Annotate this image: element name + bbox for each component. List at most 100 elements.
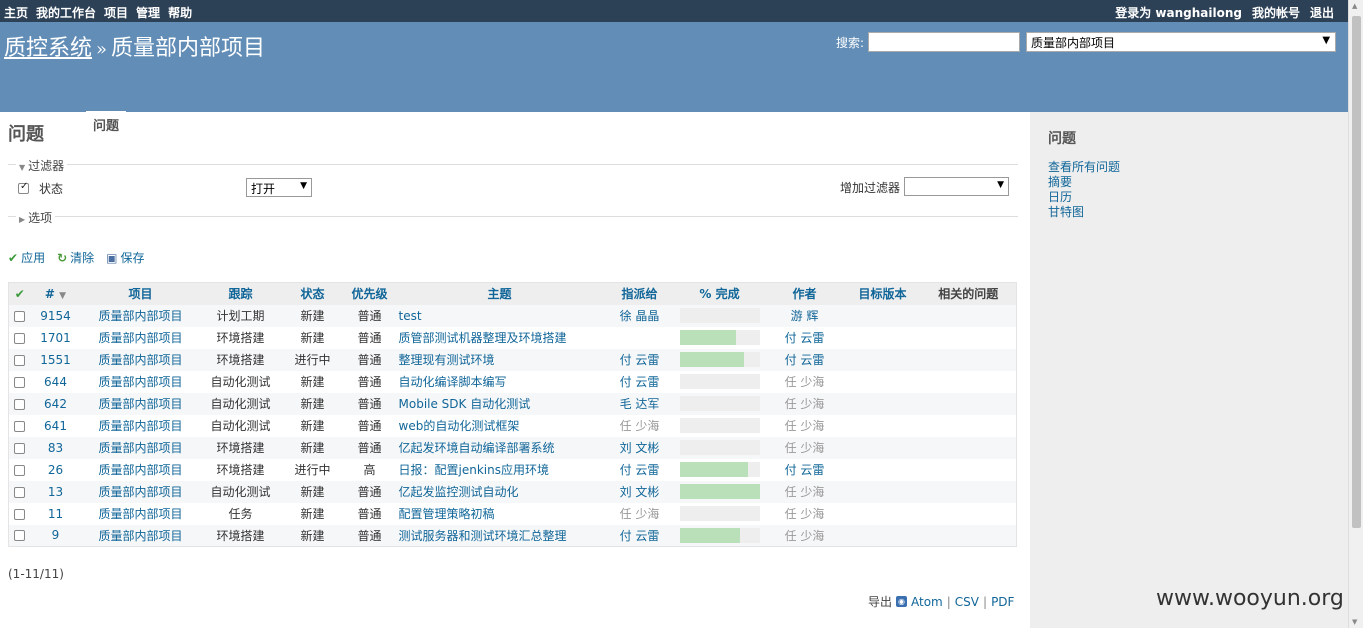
issue-id-link[interactable]: 644 xyxy=(30,370,81,393)
top-link-admin[interactable]: 管理 xyxy=(136,4,160,21)
logout-link[interactable]: 退出 xyxy=(1310,4,1334,21)
row-checkbox[interactable] xyxy=(14,464,26,476)
issue-id-link[interactable]: 9154 xyxy=(30,304,81,327)
col-header-status[interactable]: 状态 xyxy=(280,282,345,305)
issue-id-link[interactable]: 9 xyxy=(30,524,81,547)
issue-project-link[interactable]: 质量部内部项目 xyxy=(80,414,201,437)
table-row[interactable]: 9154 质量部内部项目 计划工期 新建 普通 test 徐 晶晶 游 辉 xyxy=(8,304,1017,327)
row-checkbox[interactable] xyxy=(14,420,26,432)
row-checkbox[interactable] xyxy=(14,332,26,344)
export-csv-link[interactable]: CSV xyxy=(955,595,979,609)
filters-legend[interactable]: ▼ 过滤器 xyxy=(16,157,68,174)
top-link-projects[interactable]: 项目 xyxy=(104,4,128,21)
table-row[interactable]: 644 质量部内部项目 自动化测试 新建 普通 自动化编译脚本编写付 云雷 任 少海 xyxy=(8,370,1017,393)
col-header-done[interactable]: % 完成 xyxy=(674,282,765,305)
issue-id-link[interactable]: 641 xyxy=(30,414,81,437)
issue-project-link[interactable]: 质量部内部项目 xyxy=(80,458,201,481)
issue-subject-link[interactable]: 日报：配置jenkins应用环境 xyxy=(394,458,605,481)
clear-button[interactable]: ↻ 清除 xyxy=(57,249,94,266)
table-row[interactable]: 9 质量部内部项目 环境搭建 新建 普通 测试服务器和测试环境汇总整理付 云雷 任 少海 xyxy=(8,524,1017,547)
issue-author[interactable]: 付 云雷 xyxy=(764,458,845,481)
filter-status-checkbox[interactable] xyxy=(18,181,29,194)
filter-status-operator-select[interactable]: 打开 ▼ xyxy=(246,178,312,197)
issue-id-link[interactable]: 1551 xyxy=(30,348,81,371)
issue-project-link[interactable]: 质量部内部项目 xyxy=(80,480,201,503)
col-header-id[interactable]: # ▼ xyxy=(30,282,81,305)
row-checkbox[interactable] xyxy=(14,508,26,520)
table-row[interactable]: 642 质量部内部项目 自动化测试 新建 普通 Mobile SDK 自动化测试毛 达军 任… xyxy=(8,392,1017,415)
issue-id-link[interactable]: 83 xyxy=(30,436,81,459)
issue-author[interactable]: 任 少海 xyxy=(764,414,845,437)
toggle-all-header[interactable]: ✔ xyxy=(8,282,31,305)
project-jump-select[interactable]: 质量部内部项目 ▼ xyxy=(1026,32,1337,52)
issue-id-link[interactable]: 13 xyxy=(30,480,81,503)
issue-author[interactable]: 任 少海 xyxy=(764,392,845,415)
issue-assignee[interactable]: 刘 文彬 xyxy=(604,480,675,503)
username-link[interactable]: wanghailong xyxy=(1155,6,1242,20)
col-header-project[interactable]: 项目 xyxy=(80,282,201,305)
issue-subject-link[interactable]: 整理现有测试环境 xyxy=(394,348,605,371)
row-checkbox[interactable] xyxy=(14,376,26,388)
issue-author[interactable]: 游 辉 xyxy=(764,304,845,327)
export-pdf-link[interactable]: PDF xyxy=(991,595,1014,609)
row-checkbox[interactable] xyxy=(14,442,26,454)
table-row[interactable]: 641 质量部内部项目 自动化测试 新建 普通 web的自动化测试框架任 少海任 少海 xyxy=(8,414,1017,437)
root-project-link[interactable]: 质控系统 xyxy=(4,36,92,61)
add-filter-select[interactable]: ▼ xyxy=(904,177,1009,196)
issue-project-link[interactable]: 质量部内部项目 xyxy=(80,304,201,327)
col-header-subject[interactable]: 主题 xyxy=(394,282,605,305)
issue-id-link[interactable]: 11 xyxy=(30,502,81,525)
issue-id-link[interactable]: 26 xyxy=(30,458,81,481)
apply-button[interactable]: ✔ 应用 xyxy=(8,249,45,266)
table-row[interactable]: 26 质量部内部项目 环境搭建 进行中高日报：配置jenkins应用环境付 云雷付 云… xyxy=(8,458,1017,481)
issue-assignee[interactable]: 付 云雷 xyxy=(604,370,675,393)
issue-assignee[interactable]: 付 云雷 xyxy=(604,458,675,481)
issue-assignee[interactable]: 付 云雷 xyxy=(604,524,675,547)
issue-author[interactable]: 付 云雷 xyxy=(764,326,845,349)
row-checkbox[interactable] xyxy=(14,354,26,366)
row-checkbox[interactable] xyxy=(14,530,26,542)
issue-subject-link[interactable]: 自动化编译脚本编写 xyxy=(394,370,605,393)
issue-id-link[interactable]: 642 xyxy=(30,392,81,415)
sidebar-link-all-issues[interactable]: 查看所有问题 xyxy=(1048,160,1330,175)
sidebar-link-summary[interactable]: 摘要 xyxy=(1048,175,1330,190)
top-link-home[interactable]: 主页 xyxy=(4,4,28,21)
row-checkbox[interactable] xyxy=(14,486,26,498)
issue-subject-link[interactable]: test xyxy=(394,304,605,327)
table-row[interactable]: 83 质量部内部项目 环境搭建 新建 普通 亿起发环境自动编译部署系统刘 文彬 任 少海 xyxy=(8,436,1017,459)
vertical-scrollbar[interactable]: ▲ ▼ xyxy=(1348,0,1363,628)
issue-project-link[interactable]: 质量部内部项目 xyxy=(80,348,201,371)
scrollbar-thumb[interactable] xyxy=(1352,16,1361,528)
issue-author[interactable]: 付 云雷 xyxy=(764,348,845,371)
sidebar-link-gantt[interactable]: 甘特图 xyxy=(1048,205,1330,220)
issue-assignee[interactable]: 徐 晶晶 xyxy=(604,304,675,327)
table-row[interactable]: 11 质量部内部项目 任务 新建 普通 配置管理策略初稿任 少海任 少海 xyxy=(8,502,1017,525)
issue-assignee[interactable]: 刘 文彬 xyxy=(604,436,675,459)
issue-assignee[interactable]: 毛 达军 xyxy=(604,392,675,415)
issue-subject-link[interactable]: Mobile SDK 自动化测试 xyxy=(394,392,605,415)
issue-author[interactable]: 任 少海 xyxy=(764,502,845,525)
my-account-link[interactable]: 我的帐号 xyxy=(1252,4,1300,21)
issue-project-link[interactable]: 质量部内部项目 xyxy=(80,502,201,525)
scroll-down-arrow-icon[interactable]: ▼ xyxy=(1352,618,1357,626)
export-atom-link[interactable]: Atom xyxy=(911,595,943,609)
issue-project-link[interactable]: 质量部内部项目 xyxy=(80,524,201,547)
issue-author[interactable]: 任 少海 xyxy=(764,524,845,547)
issue-assignee[interactable]: 付 云雷 xyxy=(604,348,675,371)
search-input[interactable] xyxy=(868,32,1021,52)
save-button[interactable]: ▣ 保存 xyxy=(106,249,144,266)
options-legend[interactable]: ▶ 选项 xyxy=(16,209,56,226)
issue-assignee[interactable] xyxy=(604,326,675,349)
sidebar-link-calendar[interactable]: 日历 xyxy=(1048,190,1330,205)
issue-subject-link[interactable]: 配置管理策略初稿 xyxy=(394,502,605,525)
issue-project-link[interactable]: 质量部内部项目 xyxy=(80,436,201,459)
col-header-priority[interactable]: 优先级 xyxy=(344,282,395,305)
issue-subject-link[interactable]: 质管部测试机器整理及环境搭建 xyxy=(394,326,605,349)
table-row[interactable]: 1551 质量部内部项目 环境搭建 进行中 普通 整理现有测试环境付 云雷付 云雷 xyxy=(8,348,1017,371)
issue-id-link[interactable]: 1701 xyxy=(30,326,81,349)
issue-subject-link[interactable]: 亿起发监控测试自动化 xyxy=(394,480,605,503)
issue-subject-link[interactable]: web的自动化测试框架 xyxy=(394,414,605,437)
issue-author[interactable]: 任 少海 xyxy=(764,436,845,459)
col-header-assignee[interactable]: 指派给 xyxy=(604,282,675,305)
issue-author[interactable]: 任 少海 xyxy=(764,370,845,393)
